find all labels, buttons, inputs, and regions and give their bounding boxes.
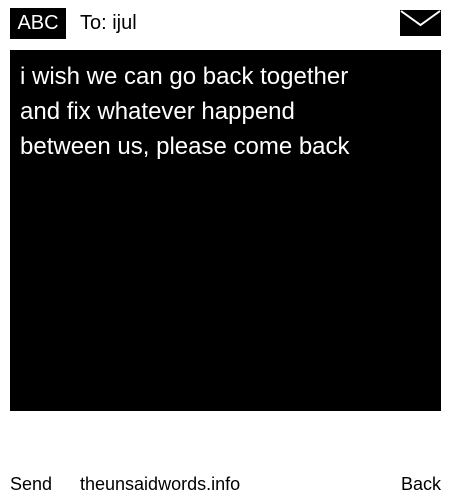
send-button[interactable]: Send [10,470,52,498]
softkey-bar: Send theunsaidwords.info Back [0,470,450,498]
envelope-icon [400,10,441,36]
recipient-field[interactable]: To: ijul [80,8,137,39]
message-body[interactable]: i wish we can go back together and fix w… [10,50,441,411]
input-mode-badge[interactable]: ABC [10,8,66,39]
back-button[interactable]: Back [401,470,441,498]
message-text: i wish we can go back together and fix w… [20,63,350,160]
compose-header: ABC To: ijul [0,0,450,46]
site-label: theunsaidwords.info [80,474,241,494]
